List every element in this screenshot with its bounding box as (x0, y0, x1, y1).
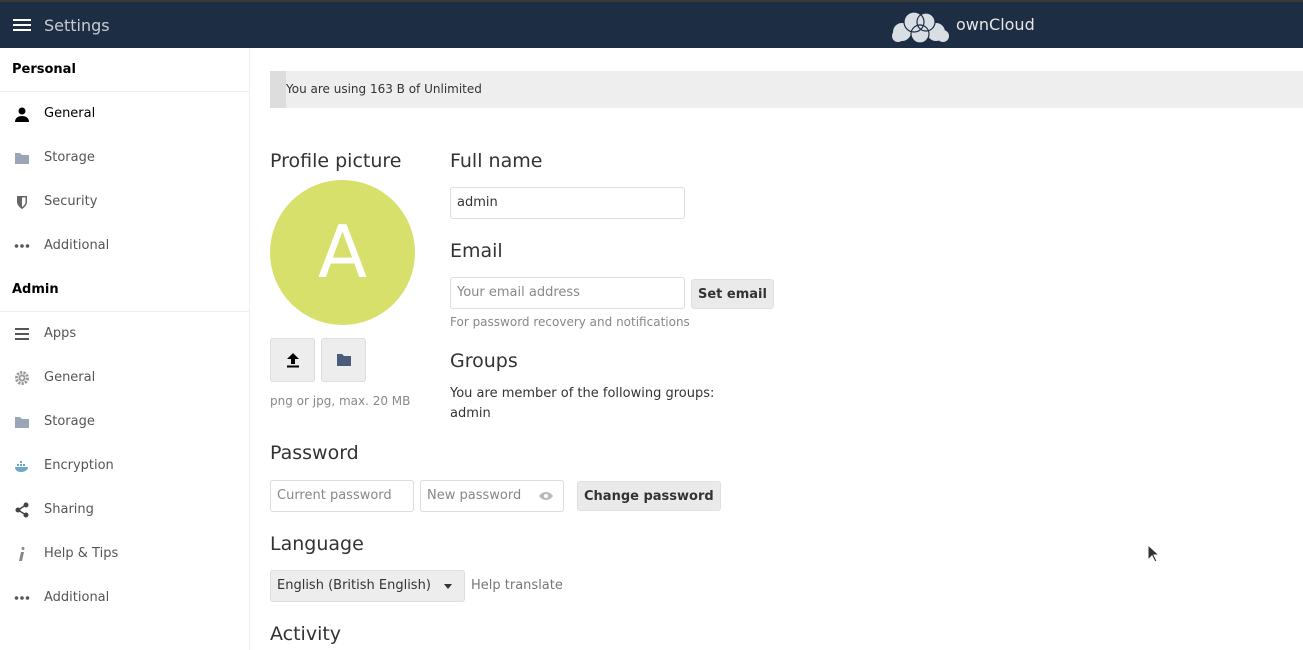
share-icon (15, 502, 29, 518)
groups-heading: Groups (450, 350, 518, 372)
profile-picture-heading: Profile picture (270, 150, 402, 172)
info-icon (19, 547, 25, 561)
sidebar-item-label: Help & Tips (44, 546, 119, 561)
email-heading: Email (450, 240, 503, 262)
sidebar-item-label: Apps (44, 326, 77, 341)
sidebar-item-label: Additional (44, 590, 110, 605)
shield-icon (17, 196, 27, 209)
sidebar-item-admin-storage[interactable]: Storage (0, 400, 249, 444)
sidebar-item-label: Sharing (44, 502, 94, 517)
change-password-button[interactable]: Change password (577, 481, 721, 511)
sidebar-item-label: Security (44, 194, 98, 209)
user-icon (15, 107, 29, 122)
sidebar-item-label: Encryption (44, 458, 114, 473)
email-hint: For password recovery and notifications (450, 315, 690, 329)
sidebar-heading-admin: Admin (0, 268, 249, 312)
sidebar-item-admin-apps[interactable]: Apps (0, 312, 249, 356)
more-icon (14, 244, 30, 248)
sidebar-item-personal-security[interactable]: Security (0, 180, 249, 224)
set-email-button[interactable]: Set email (691, 279, 774, 309)
sidebar-item-admin-general[interactable]: General (0, 356, 249, 400)
new-password-input[interactable]: New password (420, 480, 564, 512)
new-password-placeholder: New password (427, 488, 522, 503)
sidebar-item-label: General (44, 370, 96, 385)
quota-text: You are using 163 B of Unlimited (286, 82, 482, 96)
mouse-cursor-icon (1147, 544, 1159, 563)
caret-down-icon (444, 584, 452, 589)
top-bar: Settings ownCloud (0, 0, 1303, 48)
language-selected: English (British English) (277, 578, 431, 593)
folder-icon (15, 417, 29, 428)
select-avatar-from-files-button[interactable] (321, 338, 366, 382)
current-password-input[interactable]: Current password (270, 480, 414, 512)
sidebar: Personal General Storage Security Additi… (0, 48, 250, 650)
owncloud-logo-icon[interactable] (888, 8, 952, 44)
menu-icon[interactable] (13, 19, 31, 33)
password-heading: Password (270, 442, 359, 464)
docker-icon (15, 461, 28, 472)
sidebar-item-label: Storage (44, 150, 95, 165)
sidebar-item-admin-additional[interactable]: Additional (0, 576, 249, 620)
folder-icon (337, 354, 351, 366)
gear-icon (15, 371, 29, 385)
upload-icon (287, 353, 299, 368)
list-icon (15, 328, 29, 340)
sidebar-item-admin-sharing[interactable]: Sharing (0, 488, 249, 532)
email-input[interactable]: Your email address (450, 277, 685, 309)
quota-bar: You are using 163 B of Unlimited (270, 71, 1303, 108)
groups-list: admin (450, 406, 491, 421)
sidebar-item-personal-storage[interactable]: Storage (0, 136, 249, 180)
sidebar-item-label: General (44, 106, 96, 121)
groups-text: You are member of the following groups: (450, 386, 715, 401)
sidebar-item-personal-general[interactable]: General (0, 92, 249, 136)
language-select[interactable]: English (British English) (270, 570, 465, 602)
avatar: A (270, 180, 415, 325)
sidebar-item-admin-encryption[interactable]: Encryption (0, 444, 249, 488)
main-content: You are using 163 B of Unlimited Profile… (250, 48, 1303, 650)
upload-avatar-button[interactable] (270, 338, 315, 382)
full-name-input[interactable]: admin (450, 187, 685, 219)
activity-heading: Activity (270, 623, 342, 645)
language-heading: Language (270, 533, 364, 555)
sidebar-item-admin-help[interactable]: Help & Tips (0, 532, 249, 576)
eye-icon[interactable] (538, 491, 554, 501)
brand-name: ownCloud (956, 15, 1035, 34)
sidebar-item-label: Additional (44, 238, 110, 253)
full-name-heading: Full name (450, 150, 543, 172)
sidebar-heading-personal: Personal (0, 48, 249, 92)
sidebar-item-label: Storage (44, 414, 95, 429)
more-icon (14, 596, 30, 600)
app-title[interactable]: Settings (44, 16, 110, 35)
sidebar-item-personal-additional[interactable]: Additional (0, 224, 249, 268)
avatar-hint: png or jpg, max. 20 MB (270, 394, 411, 408)
help-translate-link[interactable]: Help translate (471, 578, 563, 593)
folder-icon (15, 153, 29, 164)
